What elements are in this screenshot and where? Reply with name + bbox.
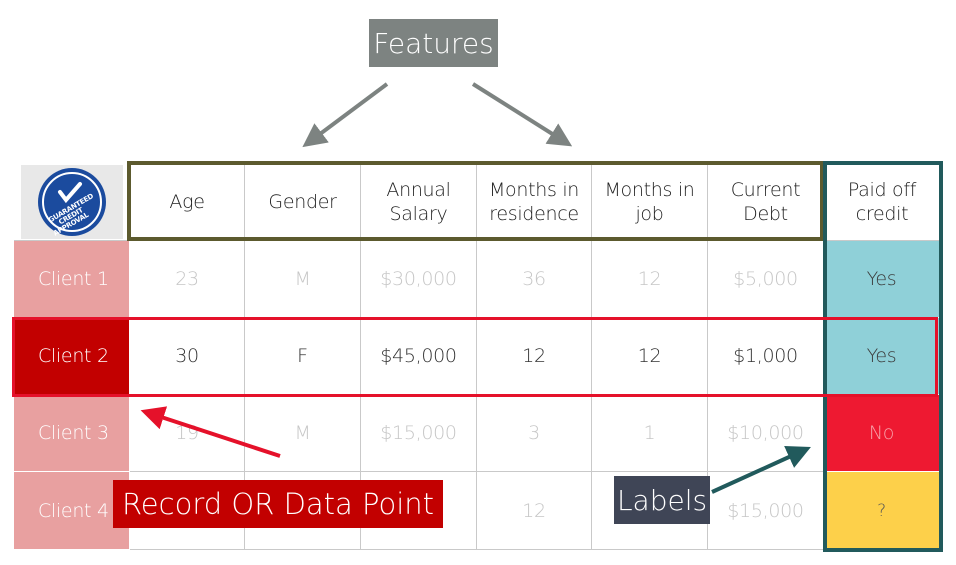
features-tag: Features [369, 19, 498, 67]
record-tag: Record OR Data Point [113, 480, 443, 528]
labels-tag: Labels [614, 476, 710, 524]
features-right-arrow [471, 82, 573, 147]
labels-tag-label: Labels [616, 483, 708, 517]
record-tag-label: Record OR Data Point [121, 487, 435, 521]
features-left-arrow [302, 82, 389, 148]
features-tag-label: Features [373, 26, 494, 60]
record-arrow [140, 406, 281, 458]
labels-arrow [711, 446, 811, 494]
